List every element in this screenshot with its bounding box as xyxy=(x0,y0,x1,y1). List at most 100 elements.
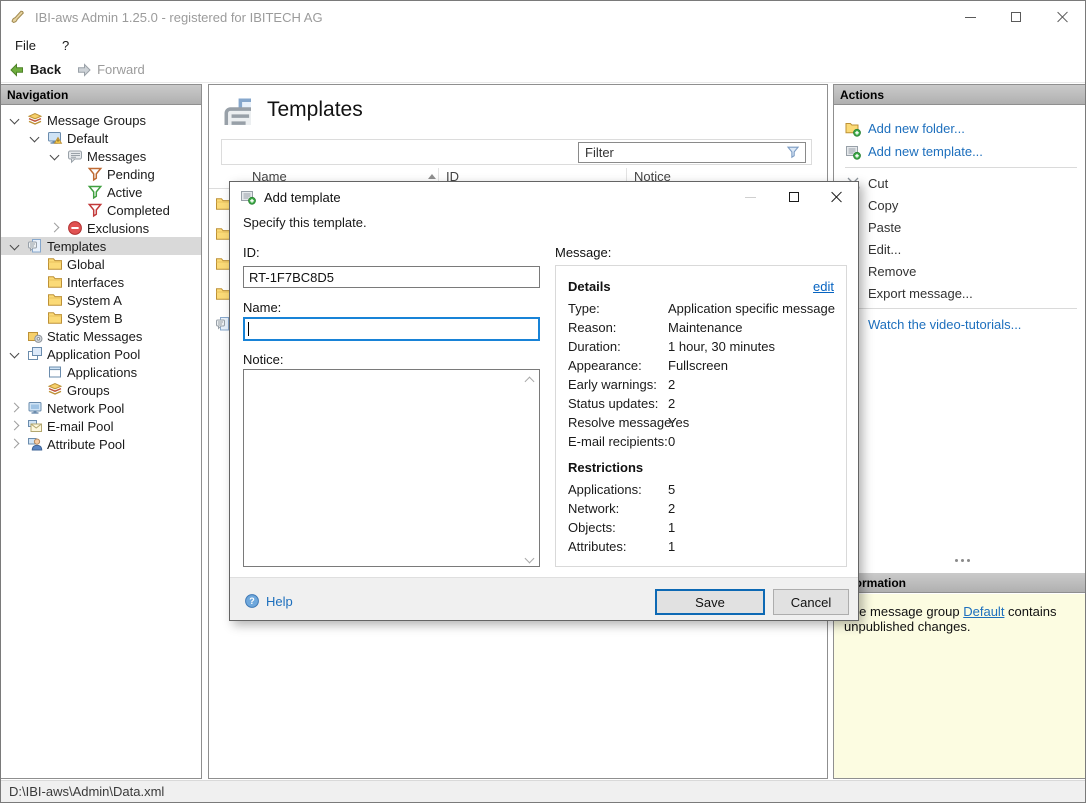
detail-label: Type: xyxy=(568,301,600,316)
watch-video-tutorials-action[interactable]: Watch the video-tutorials... xyxy=(834,313,1085,336)
restriction-label: Applications: xyxy=(568,482,642,497)
nav-item-email-pool[interactable]: E-mail Pool xyxy=(1,417,201,435)
edit-action[interactable]: Edit... xyxy=(834,238,1085,260)
remove-action[interactable]: Remove xyxy=(834,260,1085,282)
title-bar: IBI-aws Admin 1.25.0 - registered for IB… xyxy=(1,1,1085,33)
menu-bar: File ? xyxy=(1,33,1085,57)
chevron-down-icon[interactable] xyxy=(47,148,63,164)
cut-action[interactable]: Cut xyxy=(834,172,1085,194)
restriction-value: 1 xyxy=(668,520,676,535)
nav-item-application-pool[interactable]: Application Pool xyxy=(1,345,201,363)
chevron-down-icon[interactable] xyxy=(7,238,23,254)
folder-icon xyxy=(47,274,63,290)
chevron-down-icon[interactable] xyxy=(7,346,23,362)
completed-funnel-icon xyxy=(87,202,103,218)
nav-item-active[interactable]: Active xyxy=(1,183,201,201)
chevron-right-icon[interactable] xyxy=(7,400,23,416)
scroll-down-icon[interactable] xyxy=(525,555,535,565)
message-label: Message: xyxy=(555,245,612,260)
help-link[interactable]: Help xyxy=(244,593,293,609)
copy-action[interactable]: Copy xyxy=(834,194,1085,216)
information-body: The message group Default contains unpub… xyxy=(834,594,1085,778)
nav-item-default[interactable]: Default xyxy=(1,129,201,147)
groups-icon xyxy=(47,382,63,398)
dialog-subtitle: Specify this template. xyxy=(243,215,367,230)
monitor-warning-icon xyxy=(47,130,63,146)
active-funnel-icon xyxy=(87,184,103,200)
chevron-down-icon[interactable] xyxy=(7,112,23,128)
nav-item-system-a[interactable]: System A xyxy=(1,291,201,309)
minimize-icon xyxy=(964,16,976,18)
add-new-folder-action[interactable]: Add new folder... xyxy=(834,117,1085,140)
nav-item-global[interactable]: Global xyxy=(1,255,201,273)
filter-funnel-icon[interactable] xyxy=(786,145,801,160)
nav-item-messages[interactable]: Messages xyxy=(1,147,201,165)
sort-ascending-icon xyxy=(428,174,436,179)
add-new-template-action[interactable]: Add new template... xyxy=(834,140,1085,163)
restriction-label: Objects: xyxy=(568,520,616,535)
application-pool-icon xyxy=(27,346,43,362)
id-field[interactable] xyxy=(243,266,540,288)
add-template-icon xyxy=(845,144,861,160)
default-group-link[interactable]: Default xyxy=(963,604,1004,619)
nav-item-interfaces[interactable]: Interfaces xyxy=(1,273,201,291)
maximize-button[interactable] xyxy=(993,1,1039,33)
detail-value: 0 xyxy=(668,434,676,449)
network-pool-icon xyxy=(27,400,43,416)
forward-button[interactable]: Forward xyxy=(97,62,145,77)
chevron-right-icon[interactable] xyxy=(7,418,23,434)
nav-item-pending[interactable]: Pending xyxy=(1,165,201,183)
panel-splitter-grip[interactable] xyxy=(960,559,964,562)
folder-icon xyxy=(47,292,63,308)
minimize-icon xyxy=(745,196,756,198)
dialog-title: Add template xyxy=(264,189,341,205)
maximize-icon xyxy=(1011,12,1021,22)
details-heading: Details xyxy=(568,279,611,294)
menu-help[interactable]: ? xyxy=(62,38,69,53)
id-label: ID: xyxy=(243,245,260,260)
dialog-close-button[interactable] xyxy=(815,182,858,212)
chevron-down-icon[interactable] xyxy=(27,130,43,146)
edit-link[interactable]: edit xyxy=(813,279,834,294)
nav-item-message-groups[interactable]: Message Groups xyxy=(1,111,201,129)
page-title: Templates xyxy=(267,98,363,121)
filter-input[interactable] xyxy=(578,142,806,163)
detail-label: Duration: xyxy=(568,339,621,354)
scroll-up-icon[interactable] xyxy=(525,374,535,384)
dialog-maximize-button[interactable] xyxy=(772,182,815,212)
nav-item-templates[interactable]: Templates xyxy=(1,237,201,255)
detail-value: 2 xyxy=(668,377,676,392)
back-arrow-icon[interactable] xyxy=(9,62,25,78)
save-button[interactable]: Save xyxy=(655,589,765,615)
static-messages-icon xyxy=(27,328,43,344)
restrictions-heading: Restrictions xyxy=(568,460,644,475)
folder-icon xyxy=(47,310,63,326)
nav-item-groups[interactable]: Groups xyxy=(1,381,201,399)
minimize-button[interactable] xyxy=(947,1,993,33)
detail-label: Reason: xyxy=(568,320,617,335)
nav-item-network-pool[interactable]: Network Pool xyxy=(1,399,201,417)
chevron-right-icon[interactable] xyxy=(7,436,23,452)
detail-value: 1 hour, 30 minutes xyxy=(668,339,775,354)
notice-field[interactable] xyxy=(243,369,540,567)
name-field[interactable] xyxy=(243,317,540,341)
nav-item-attribute-pool[interactable]: Attribute Pool xyxy=(1,435,201,453)
app-window: IBI-aws Admin 1.25.0 - registered for IB… xyxy=(0,0,1086,803)
menu-file[interactable]: File xyxy=(15,38,36,53)
separator xyxy=(845,167,1077,168)
maximize-icon xyxy=(788,192,799,202)
paste-action[interactable]: Paste xyxy=(834,216,1085,238)
navigation-tree: Message Groups Default Messages Pending … xyxy=(1,105,201,453)
export-message-action[interactable]: Export message... xyxy=(834,282,1085,304)
restriction-value: 5 xyxy=(668,482,676,497)
nav-item-exclusions[interactable]: Exclusions xyxy=(1,219,201,237)
back-button[interactable]: Back xyxy=(30,62,61,77)
attribute-pool-icon xyxy=(27,436,43,452)
nav-item-system-b[interactable]: System B xyxy=(1,309,201,327)
chevron-right-icon[interactable] xyxy=(47,220,63,236)
nav-item-applications[interactable]: Applications xyxy=(1,363,201,381)
cancel-button[interactable]: Cancel xyxy=(773,589,849,615)
close-button[interactable] xyxy=(1039,1,1085,33)
nav-item-static-messages[interactable]: Static Messages xyxy=(1,327,201,345)
nav-item-completed[interactable]: Completed xyxy=(1,201,201,219)
